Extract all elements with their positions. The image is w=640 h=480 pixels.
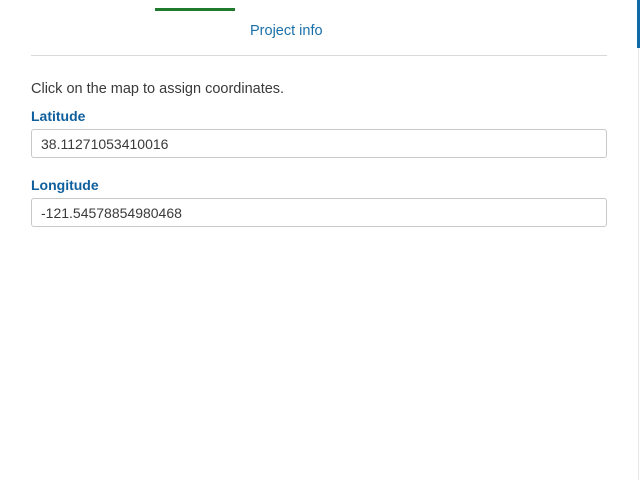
longitude-input[interactable] [31,198,607,227]
instruction-text: Click on the map to assign coordinates. [31,81,285,97]
longitude-label: Longitude [31,177,99,193]
coordinates-form: Click on the map to assign coordinates. … [31,78,607,227]
latitude-input[interactable] [31,129,607,158]
project-info-panel: Project info Click on the map to assign … [0,0,640,480]
tab-project-info[interactable]: Project info [250,23,323,39]
tab-bar: Project info [31,0,607,56]
active-tab-indicator [155,8,235,11]
panel-edge-divider [638,48,639,480]
latitude-label: Latitude [31,108,86,124]
